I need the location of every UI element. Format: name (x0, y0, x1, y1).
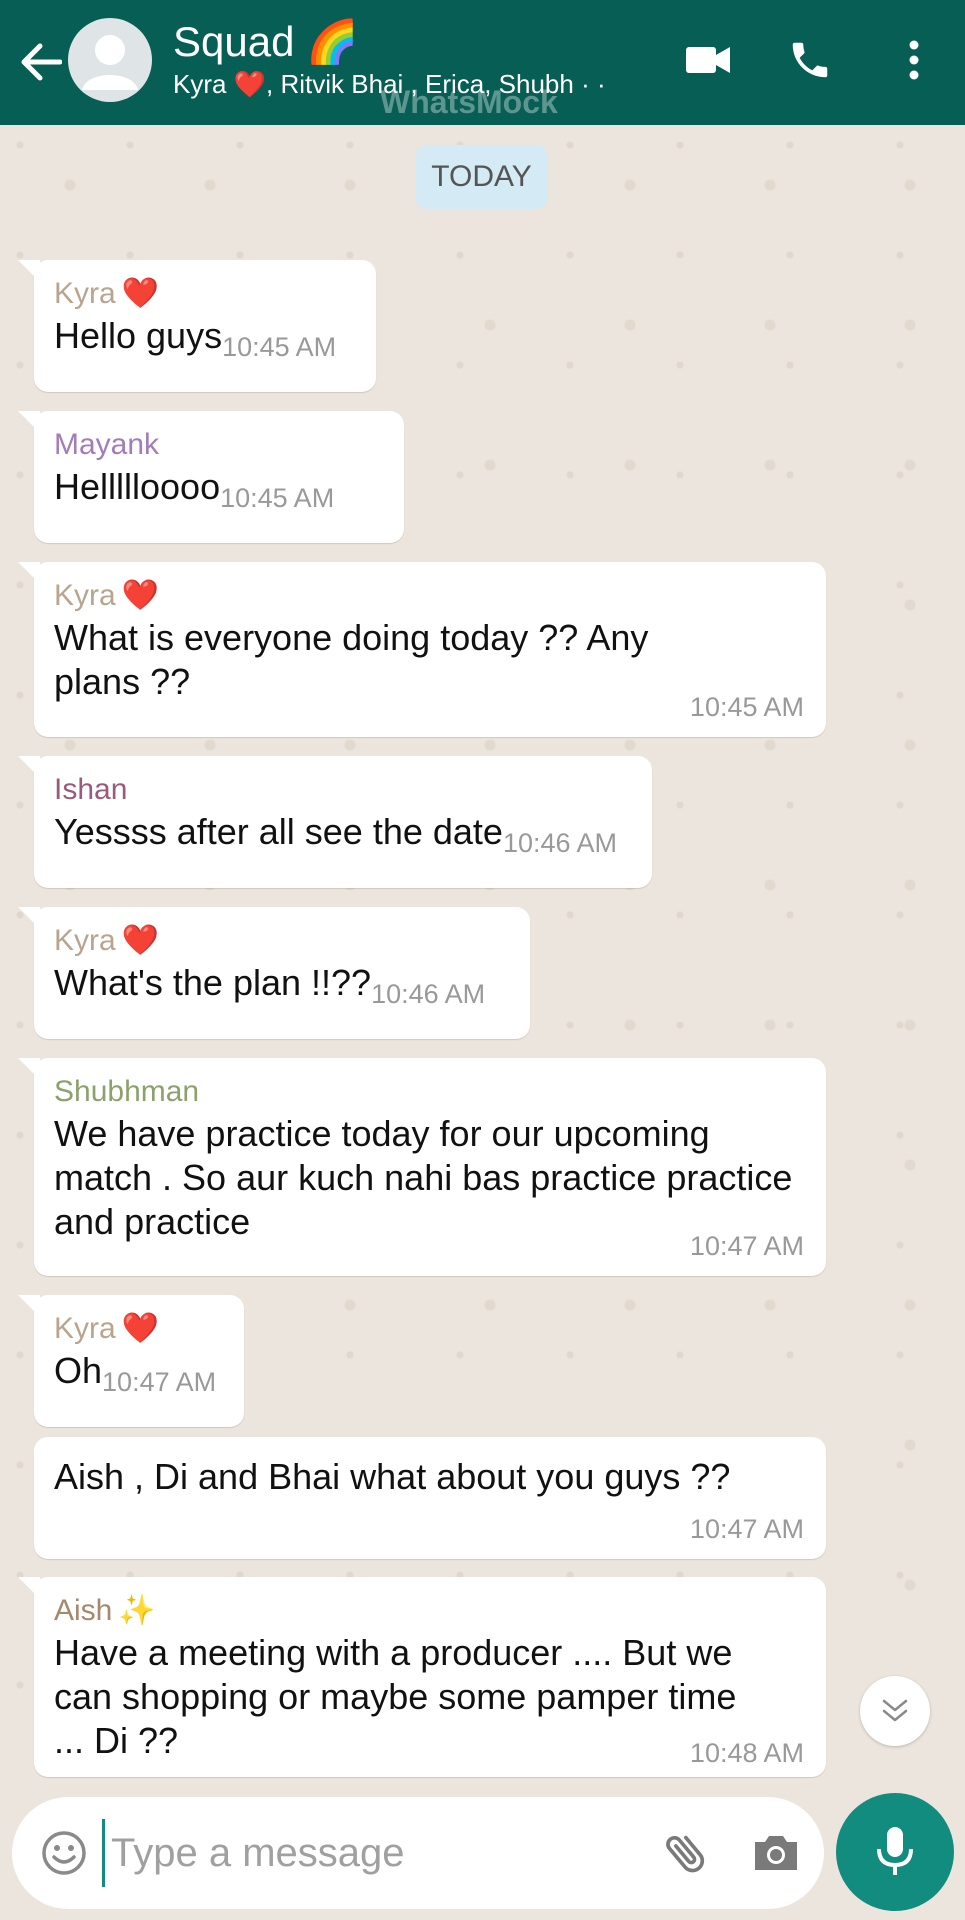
message-time: 10:45 AM (222, 332, 337, 362)
message-input[interactable] (102, 1819, 642, 1887)
sparkles-emoji-icon: ✨ (118, 1594, 156, 1627)
message-sender: Mayank (54, 428, 160, 461)
message-time: 10:47 AM (102, 1367, 217, 1397)
camera-icon[interactable] (746, 1825, 806, 1881)
chat-title[interactable]: Squad 🌈 (173, 18, 358, 66)
message-bubble[interactable]: Ishan Yessss after all see the date10:46… (18, 756, 652, 888)
message-time: 10:46 AM (371, 979, 486, 1009)
voice-record-button[interactable] (836, 1793, 954, 1911)
message-bubble[interactable]: Aish ✨ Have a meeting with a producer ..… (18, 1577, 826, 1777)
message-text: What's the plan !!??10:46 AM (54, 962, 486, 1009)
message-text: We have practice today for our upcoming … (54, 1113, 793, 1242)
message-sender: Kyra ❤️ (54, 1309, 224, 1349)
message-time: 10:47 AM (689, 1514, 804, 1544)
message-time: 10:47 AM (689, 1231, 804, 1261)
heart-emoji-icon: ❤️ (121, 277, 160, 310)
heart-emoji-icon: ❤️ (121, 924, 160, 957)
message-bubble[interactable]: Aish , Di and Bhai what about you guys ?… (34, 1437, 826, 1559)
message-bubble[interactable]: Kyra ❤️ What's the plan !!??10:46 AM (18, 907, 530, 1039)
message-bubble[interactable]: Kyra ❤️ Hello guys10:45 AM (18, 260, 376, 392)
message-text: What is everyone doing today ?? Any plan… (54, 617, 649, 702)
message-bubble[interactable]: Kyra ❤️ What is everyone doing today ?? … (18, 562, 826, 737)
group-avatar[interactable] (68, 18, 152, 102)
message-text: Aish , Di and Bhai what about you guys ?… (54, 1456, 731, 1497)
video-call-icon[interactable] (678, 30, 738, 90)
message-sender: Aish ✨ (54, 1591, 806, 1631)
message-text: Have a meeting with a producer .... But … (54, 1632, 737, 1761)
message-text: Hello guys10:45 AM (54, 315, 337, 362)
scroll-to-bottom-button[interactable] (860, 1676, 930, 1746)
heart-emoji-icon: ❤️ (121, 579, 160, 612)
message-bubble[interactable]: Shubhman We have practice today for our … (18, 1058, 826, 1276)
message-text: Hellllloooo10:45 AM (54, 466, 335, 513)
back-arrow-icon[interactable] (14, 36, 66, 88)
message-text: Yessss after all see the date10:46 AM (54, 811, 618, 858)
watermark: WhatsMock (380, 84, 558, 120)
message-bubble[interactable]: Kyra ❤️ Oh10:47 AM (18, 1295, 244, 1427)
message-list[interactable]: TODAY Kyra ❤️ Hello guys10:45 AM Mayank … (0, 125, 965, 1780)
message-sender: Kyra ❤️ (54, 921, 510, 961)
message-sender: Shubhman (54, 1075, 200, 1108)
attach-icon[interactable] (656, 1825, 716, 1881)
message-time: 10:46 AM (502, 828, 618, 858)
chat-header: Squad 🌈 Kyra ❤️, Ritvik Bhai , Erica, Sh… (0, 0, 965, 125)
message-text: Oh10:47 AM (54, 1350, 217, 1397)
message-composer (12, 1797, 824, 1909)
voice-call-icon[interactable] (780, 30, 840, 90)
emoji-icon[interactable] (36, 1825, 92, 1881)
message-time: 10:45 AM (689, 692, 804, 722)
message-sender: Ishan (54, 773, 128, 806)
avatar-placeholder-icon (82, 35, 138, 90)
message-sender: Kyra ❤️ (54, 576, 806, 616)
double-chevron-down-icon (882, 1699, 908, 1722)
message-time: 10:48 AM (689, 1738, 804, 1768)
more-vertical-icon[interactable] (884, 30, 944, 90)
microphone-icon (877, 1827, 913, 1875)
heart-emoji-icon: ❤️ (121, 1312, 160, 1345)
message-sender: Kyra ❤️ (54, 274, 356, 314)
message-bubble[interactable]: Mayank Hellllloooo10:45 AM (18, 411, 404, 543)
message-time: 10:45 AM (220, 483, 335, 513)
date-chip: TODAY (415, 145, 548, 209)
